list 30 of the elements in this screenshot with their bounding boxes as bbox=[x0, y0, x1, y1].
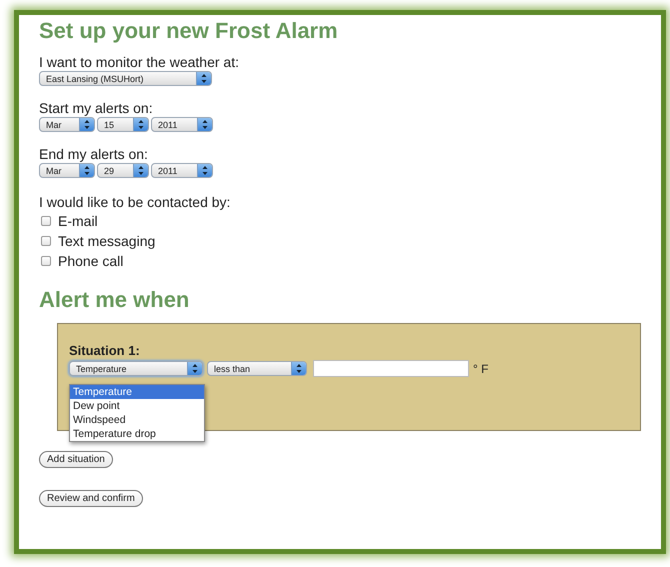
location-dropdown[interactable]: East Lansing (MSUHort) bbox=[39, 71, 212, 86]
day-dropdown[interactable]: 15 bbox=[97, 117, 149, 132]
dropdown-option[interactable]: Temperature bbox=[70, 385, 204, 399]
add-situation-button[interactable]: Add situation bbox=[39, 451, 113, 468]
field-label: Start my alerts on: bbox=[39, 100, 154, 116]
month-dropdown[interactable]: Mar bbox=[39, 117, 95, 132]
checkbox[interactable] bbox=[41, 256, 51, 266]
dropdown-option[interactable]: Dew point bbox=[70, 399, 204, 413]
field-label: I would like to be contacted by: bbox=[39, 194, 232, 210]
dropdown-option[interactable]: Windspeed bbox=[70, 413, 204, 427]
year-dropdown[interactable]: 2011 bbox=[151, 163, 213, 178]
checkbox[interactable] bbox=[41, 236, 51, 246]
checkbox[interactable] bbox=[41, 216, 51, 226]
variable-dropdown[interactable]: Temperature bbox=[69, 361, 203, 376]
checkbox-label: E-mail bbox=[58, 212, 98, 231]
situation-label: Situation 1: bbox=[69, 343, 141, 359]
field-label: I want to monitor the weather at: bbox=[39, 54, 240, 70]
unit-label: ° F bbox=[473, 362, 488, 376]
dropdown-option[interactable]: Temperature drop bbox=[70, 427, 204, 441]
value-input[interactable] bbox=[313, 360, 469, 377]
review-confirm-button[interactable]: Review and confirm bbox=[39, 490, 143, 507]
comparison-dropdown[interactable]: less than bbox=[207, 361, 307, 376]
field-label: End my alerts on: bbox=[39, 146, 149, 162]
page-title: Set up your new Frost Alarm bbox=[39, 18, 339, 44]
month-dropdown[interactable]: Mar bbox=[39, 163, 95, 178]
year-dropdown[interactable]: 2011 bbox=[151, 117, 213, 132]
section-heading: Alert me when bbox=[39, 287, 190, 313]
checkbox-label: Phone call bbox=[58, 252, 124, 271]
checkbox-label: Text messaging bbox=[58, 232, 156, 251]
day-dropdown[interactable]: 29 bbox=[97, 163, 149, 178]
